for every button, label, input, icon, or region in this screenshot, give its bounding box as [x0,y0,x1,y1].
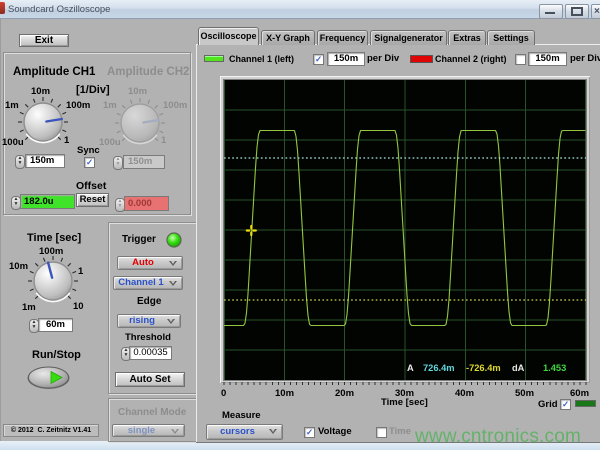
svg-text:A: A [407,363,414,373]
svg-text:-726.4m: -726.4m [466,363,501,373]
svg-text:dA: dA [512,363,525,373]
svg-text:1.453: 1.453 [543,363,566,373]
svg-text:726.4m: 726.4m [423,363,455,373]
